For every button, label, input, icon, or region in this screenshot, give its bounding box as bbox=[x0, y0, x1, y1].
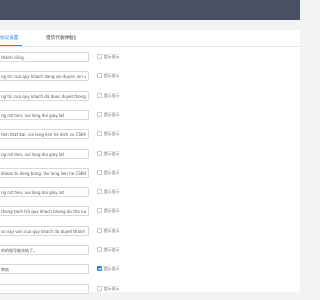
message-row: thành công. 提示显示 bbox=[0, 52, 300, 64]
show-prompt-checkbox[interactable] bbox=[97, 169, 102, 175]
message-text-value: thành công. bbox=[1, 55, 25, 60]
show-prompt-label: 提示显示 bbox=[104, 169, 120, 175]
message-text-input[interactable]: 审核 bbox=[0, 264, 89, 275]
page-footer bbox=[0, 294, 300, 300]
message-row: tien that bai, vui long lien he dich vu … bbox=[0, 129, 300, 141]
show-prompt-checkbox[interactable] bbox=[97, 285, 102, 291]
message-text-value: khoan bi dong bang. Vui long lien he CSK… bbox=[1, 170, 86, 176]
show-prompt-label: 提示显示 bbox=[104, 266, 120, 272]
message-row: khoan bi dong bang. Vui long lien he CSK… bbox=[0, 167, 300, 180]
show-prompt-checkbox[interactable] bbox=[97, 150, 102, 156]
show-prompt-checkbox[interactable] bbox=[97, 111, 102, 117]
show-prompt-label: 提示显示 bbox=[104, 189, 120, 195]
message-text-input[interactable]: ng rut tien, vui long doi giay lat bbox=[0, 109, 89, 120]
tab-loan-popup-settings[interactable]: 借贷代收弹框设置 bbox=[46, 32, 76, 45]
show-prompt-checkbox[interactable] bbox=[97, 227, 102, 233]
show-prompt-label: 提示显示 bbox=[104, 247, 120, 252]
message-text-input[interactable]: ng rut tien, vui long doi giay lat bbox=[0, 187, 89, 198]
message-row: so vay von cua quy khach da duyet thanh … bbox=[0, 225, 300, 238]
message-text-value: 的的账号被冻结了。 bbox=[1, 248, 37, 253]
settings-panel: 协议设置 借贷代收弹框设置 thành công. 提示显示 ng tin cua … bbox=[0, 30, 300, 294]
show-prompt-label: 提示显示 bbox=[104, 111, 120, 117]
message-text-value: thong tanh trả quy khach khong du tha na… bbox=[1, 209, 86, 215]
message-text-input[interactable]: ng rut tien, vui long doi giay lat bbox=[0, 148, 89, 159]
message-text-value: ng tin cua quy khach da duoc duyet thong… bbox=[1, 93, 86, 99]
message-text-value: ng rut tien, vui long doi giay lat bbox=[1, 112, 65, 118]
message-text-input[interactable]: ng tin cua quy khach dang voi duyet, xin… bbox=[0, 71, 89, 82]
show-prompt-label: 提示显示 bbox=[104, 285, 120, 291]
message-text-input[interactable]: ng tin cua quy khach da duoc duyet thong… bbox=[0, 90, 89, 101]
tab-protocol-settings[interactable]: 协议设置 bbox=[0, 32, 18, 45]
message-text-value bbox=[1, 285, 86, 293]
message-row: ng tin cua quy khach da duoc duyet thong… bbox=[0, 90, 300, 103]
show-prompt-checkbox[interactable] bbox=[97, 208, 102, 214]
show-prompt-checkbox[interactable] bbox=[97, 189, 102, 195]
message-text-input[interactable]: 的的账号被冻结了。 bbox=[0, 245, 89, 255]
message-text-value: ng tin cua quy khach dang voi duyet, xin… bbox=[1, 74, 86, 80]
show-prompt-label: 提示显示 bbox=[104, 131, 120, 137]
message-text-value: 审核 bbox=[1, 267, 9, 273]
top-navigation-bar bbox=[0, 0, 300, 20]
show-prompt-label: 提示显示 bbox=[104, 73, 120, 79]
message-text-input[interactable]: thành công. bbox=[0, 52, 89, 62]
message-text-input[interactable]: so vay von cua quy khach da duyet thanh … bbox=[0, 225, 89, 236]
message-text-value: ng rut tien, vui long doi giay lat bbox=[1, 151, 65, 157]
show-prompt-checkbox[interactable] bbox=[97, 131, 102, 137]
message-text-value: tien that bai, vui long lien he dich vu … bbox=[1, 132, 86, 138]
message-text-input[interactable]: khoan bi dong bang. Vui long lien he CSK… bbox=[0, 167, 89, 178]
message-text-input[interactable]: thong tanh trả quy khach khong du tha na… bbox=[0, 206, 89, 217]
message-row: 审核 提示显示 bbox=[0, 264, 300, 276]
show-prompt-label: 提示显示 bbox=[104, 208, 120, 214]
message-text-input[interactable] bbox=[0, 283, 89, 294]
message-text-input[interactable]: tien that bai, vui long lien he dich vu … bbox=[0, 129, 89, 140]
message-row: ng tin cua quy khach dang voi duyet, xin… bbox=[0, 71, 300, 83]
message-row: ng rut tien, vui long doi giay lat 提示显示 bbox=[0, 148, 300, 161]
message-row: 的的账号被冻结了。 提示显示 bbox=[0, 245, 300, 257]
show-prompt-checkbox[interactable] bbox=[97, 92, 102, 98]
tab-bar: 协议设置 借贷代收弹框设置 bbox=[0, 30, 300, 47]
active-tab-indicator bbox=[0, 45, 22, 46]
show-prompt-checkbox[interactable] bbox=[97, 73, 102, 79]
show-prompt-checkbox[interactable] bbox=[97, 247, 102, 252]
show-prompt-label: 提示显示 bbox=[104, 227, 120, 233]
show-prompt-checkbox[interactable] bbox=[97, 266, 102, 272]
show-prompt-label: 提示显示 bbox=[104, 54, 120, 59]
message-text-value: so vay von cua quy khach da duyet thanh … bbox=[1, 228, 86, 234]
show-prompt-label: 提示显示 bbox=[104, 92, 120, 98]
message-row: ng rut tien, vui long doi giay lat 提示显示 bbox=[0, 109, 300, 122]
show-prompt-label: 提示显示 bbox=[104, 150, 120, 156]
message-row: ng rut tien, vui long doi giay lat 提示显示 bbox=[0, 187, 300, 199]
message-text-value: ng rut tien, vui long doi giay lat bbox=[1, 190, 65, 196]
message-row: thong tanh trả quy khach khong du tha na… bbox=[0, 206, 300, 218]
show-prompt-checkbox[interactable] bbox=[97, 54, 102, 59]
